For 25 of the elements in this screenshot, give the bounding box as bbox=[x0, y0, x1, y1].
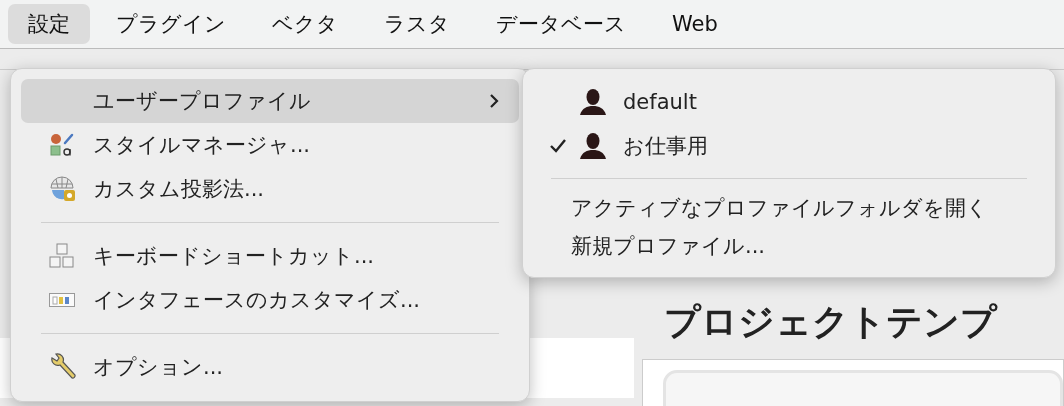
menu-bar-item[interactable]: Web bbox=[652, 6, 738, 42]
style-manager-icon bbox=[49, 132, 75, 158]
person-icon bbox=[579, 88, 607, 116]
menu-bar-item[interactable]: ラスタ bbox=[364, 4, 470, 44]
menu-bar-item[interactable]: 設定 bbox=[8, 4, 90, 44]
globe-gear-icon bbox=[49, 175, 77, 203]
menu-bar-item[interactable]: データベース bbox=[476, 4, 646, 44]
keyboard-keys-icon bbox=[49, 243, 75, 269]
menu-item[interactable]: オプション... bbox=[21, 345, 519, 389]
menu-item[interactable]: アクティブなプロファイルフォルダを開く bbox=[533, 189, 1045, 227]
menu-item[interactable]: カスタム投影法... bbox=[21, 167, 519, 211]
menu-item[interactable]: スタイルマネージャ... bbox=[21, 123, 519, 167]
menu-item[interactable]: お仕事用 bbox=[533, 124, 1045, 168]
person-icon bbox=[579, 132, 607, 160]
menu-item[interactable]: キーボードショートカット... bbox=[21, 234, 519, 278]
menu-bar-item[interactable]: ベクタ bbox=[252, 4, 358, 44]
interface-icon bbox=[49, 293, 75, 307]
menu-item[interactable]: インタフェースのカスタマイズ... bbox=[21, 278, 519, 322]
menu-item[interactable]: default bbox=[533, 80, 1045, 124]
menu-item[interactable]: ユーザープロファイル bbox=[21, 79, 519, 123]
menu-bar-item[interactable]: プラグイン bbox=[96, 4, 246, 44]
chevron-right-icon bbox=[489, 93, 499, 109]
page-heading: プロジェクトテンプ bbox=[663, 300, 999, 344]
wrench-icon bbox=[49, 353, 77, 381]
menu-item[interactable]: 新規プロファイル... bbox=[533, 227, 1045, 265]
